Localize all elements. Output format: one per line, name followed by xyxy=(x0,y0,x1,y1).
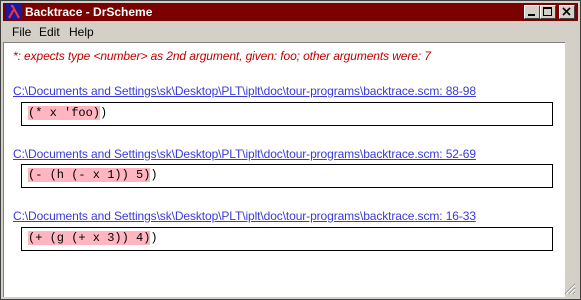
frame-location-link[interactable]: C:\Documents and Settings\sk\Desktop\PLT… xyxy=(13,84,476,98)
frame-location-link[interactable]: C:\Documents and Settings\sk\Desktop\PLT… xyxy=(13,147,476,161)
frame-location-link[interactable]: C:\Documents and Settings\sk\Desktop\PLT… xyxy=(13,209,476,223)
maximize-button[interactable] xyxy=(540,5,556,19)
vertical-scrollbar[interactable] xyxy=(565,42,578,297)
menu-bar: File Edit Help xyxy=(3,23,578,41)
window-title: Backtrace - DrScheme xyxy=(25,5,153,19)
frame-code: (* x 'foo)) xyxy=(28,106,107,121)
close-button[interactable] xyxy=(559,5,575,19)
backtrace-window: Backtrace - DrScheme File Edit Help *: e… xyxy=(0,0,581,300)
minimize-button[interactable] xyxy=(524,5,540,19)
code-trailing: ) xyxy=(150,168,158,182)
maximize-icon xyxy=(543,7,552,16)
menu-help[interactable]: Help xyxy=(69,25,94,39)
backtrace-content: *: expects type <number> as 2nd argument… xyxy=(3,42,565,297)
menu-edit[interactable]: Edit xyxy=(39,25,60,39)
minimize-icon xyxy=(528,14,535,16)
highlighted-expression: (- (h (- x 1)) 5) xyxy=(28,168,151,182)
frame-code-box: (* x 'foo)) xyxy=(21,102,553,126)
frame-code: (+ (g (+ x 3)) 4)) xyxy=(28,231,158,246)
lambda-icon xyxy=(6,4,22,20)
highlighted-expression: (+ (g (+ x 3)) 4) xyxy=(28,231,151,245)
menu-file[interactable]: File xyxy=(12,25,31,39)
frame-code: (- (h (- x 1)) 5)) xyxy=(28,168,158,183)
title-bar[interactable]: Backtrace - DrScheme xyxy=(3,3,578,21)
resize-grip-icon[interactable] xyxy=(564,283,576,295)
code-trailing: ) xyxy=(150,231,158,245)
error-message: *: expects type <number> as 2nd argument… xyxy=(13,49,431,63)
frame-code-box: (+ (g (+ x 3)) 4)) xyxy=(21,227,553,251)
frame-code-box: (- (h (- x 1)) 5)) xyxy=(21,164,553,188)
highlighted-expression: (* x 'foo) xyxy=(28,106,101,120)
code-trailing: ) xyxy=(100,106,108,120)
close-icon xyxy=(562,7,571,16)
